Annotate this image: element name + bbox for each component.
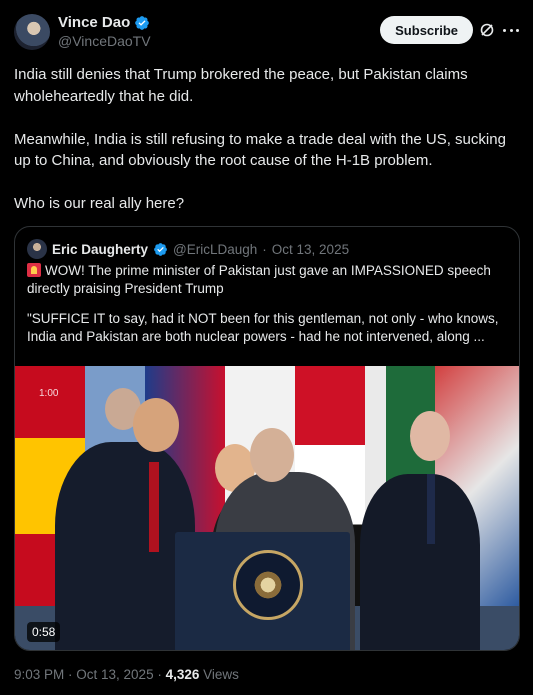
quoted-tweet-header: Eric Daugherty @EricLDaugh · Oct 13, 202…: [27, 239, 349, 259]
tweet-paragraph: Meanwhile, India is still refusing to ma…: [14, 130, 506, 170]
more-icon[interactable]: [503, 22, 519, 38]
author-handle[interactable]: @VinceDaoTV: [58, 33, 151, 49]
author-name[interactable]: Vince Dao: [58, 14, 130, 31]
tweet-header: Vince Dao @VinceDaoTV Subscribe: [14, 14, 519, 50]
video-overlay-text: 1:00: [39, 388, 59, 399]
siren-emoji-icon: [27, 263, 41, 277]
tweet-paragraph: Who is our real ally here?: [14, 195, 185, 212]
grok-icon[interactable]: [479, 22, 495, 38]
tweet-footer: 9:03 PM · Oct 13, 2025 · 4,326 Views: [14, 667, 239, 682]
presidential-seal: [233, 550, 303, 620]
tweet-paragraph: India still denies that Trump brokered t…: [14, 66, 468, 105]
video-duration: 0:58: [27, 622, 61, 642]
verified-badge-icon: [135, 15, 150, 30]
verified-badge-icon: [154, 242, 167, 256]
quoted-tweet[interactable]: Eric Daugherty @EricLDaugh · Oct 13, 202…: [14, 226, 520, 651]
podium: [175, 532, 350, 650]
views-label: Views: [199, 667, 239, 682]
subscribe-button[interactable]: Subscribe: [380, 16, 473, 44]
author-name-row: Vince Dao: [58, 14, 150, 31]
video-player[interactable]: 1:00 0:58: [15, 366, 519, 650]
quoted-author-handle: @EricLDaugh: [173, 241, 258, 257]
tweet-text: India still denies that Trump brokered t…: [14, 64, 519, 215]
quoted-tweet-text: WOW! The prime minister of Pakistan just…: [27, 262, 509, 358]
quoted-separator: ·: [262, 241, 267, 257]
quoted-line-2: "SUFFICE IT to say, had it NOT been for …: [27, 311, 499, 344]
quoted-line-1: WOW! The prime minister of Pakistan just…: [27, 263, 491, 296]
quoted-author-avatar: [27, 239, 47, 259]
author-avatar[interactable]: [14, 14, 50, 50]
tweet-timestamp[interactable]: 9:03 PM · Oct 13, 2025 ·: [14, 667, 166, 682]
views-count: 4,326: [165, 667, 200, 682]
quoted-author-name: Eric Daugherty: [52, 241, 149, 257]
quoted-date: Oct 13, 2025: [271, 241, 350, 257]
